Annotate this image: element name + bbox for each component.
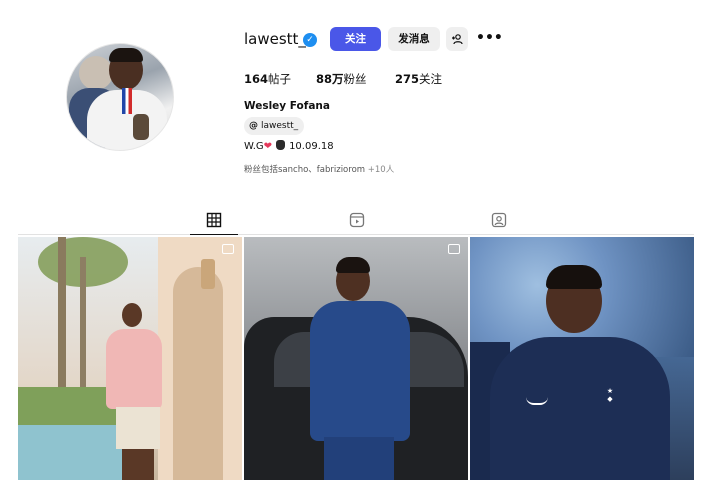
profile-avatar[interactable] [66,43,174,151]
following-count: 275 [395,72,420,86]
message-button[interactable]: 发消息 [388,27,440,51]
followed-by[interactable]: 粉丝包括sancho、fabriziorom +10人 [244,163,394,175]
heart-icon: ❤ [263,141,273,152]
threads-link[interactable]: @ lawestt_ [244,117,305,135]
verified-badge-icon: ✓ [303,33,317,47]
followed-by-text: 粉丝包括sancho、fabriziorom [244,165,366,175]
posts-stat[interactable]: 164帖子 [244,71,291,87]
bio-prefix: W.G [244,141,264,152]
more-options-icon[interactable]: ••• [476,27,503,51]
tabs-divider [18,234,694,235]
followers-stat[interactable]: 88万粉丝 [316,71,367,87]
person-legs [122,449,154,480]
grid-icon [206,212,222,228]
following-label: 关注 [419,72,443,86]
threads-handle: lawestt_ [261,121,299,131]
post-thumbnail[interactable] [18,237,242,480]
person-head [122,303,142,327]
person-jacket [490,337,670,480]
avatar-medal-ribbon [122,88,132,114]
multiple-photos-icon [222,244,234,254]
tagged-icon [491,212,507,228]
post-thumbnail[interactable]: ★ ◆ [470,237,694,480]
person-shirt [106,329,162,409]
person-shorts [116,407,160,449]
person-hair [546,265,602,289]
followers-count: 88万 [316,72,344,86]
profile-full-name: Wesley Fofana [244,100,330,112]
posts-label: 帖子 [268,72,292,86]
posts-tab[interactable] [206,212,222,228]
profile-bio: W.G❤ 10.09.18 [244,140,334,152]
threads-icon: @ [249,121,258,131]
bio-date: 10.09.18 [289,141,334,152]
add-user-button[interactable] [446,27,468,51]
follow-button[interactable]: 关注 [330,27,381,51]
person-pants [324,437,394,480]
multiple-photos-icon [448,244,460,254]
followers-label: 粉丝 [343,72,367,86]
add-user-icon [452,34,463,45]
palm-trunk [80,257,86,407]
posts-count: 164 [244,72,269,86]
person-jacket [310,301,410,441]
active-tab-indicator [190,234,238,235]
archway [173,267,223,480]
reels-icon [349,212,365,228]
bag-icon [276,140,286,150]
following-stat[interactable]: 275关注 [395,71,442,87]
team-crest-icon: ★ ◆ [606,387,614,403]
avatar-bg-person [79,56,113,90]
post-thumbnail[interactable] [244,237,468,480]
person-hair [336,257,370,273]
tagged-tab[interactable] [491,212,507,228]
avatar-hair [109,48,143,62]
profile-username: lawestt_ [244,30,306,48]
reels-tab[interactable] [349,212,365,228]
followed-by-more: +10人 [365,165,395,175]
avatar-medal [133,114,149,140]
wall-lamp [201,259,215,289]
